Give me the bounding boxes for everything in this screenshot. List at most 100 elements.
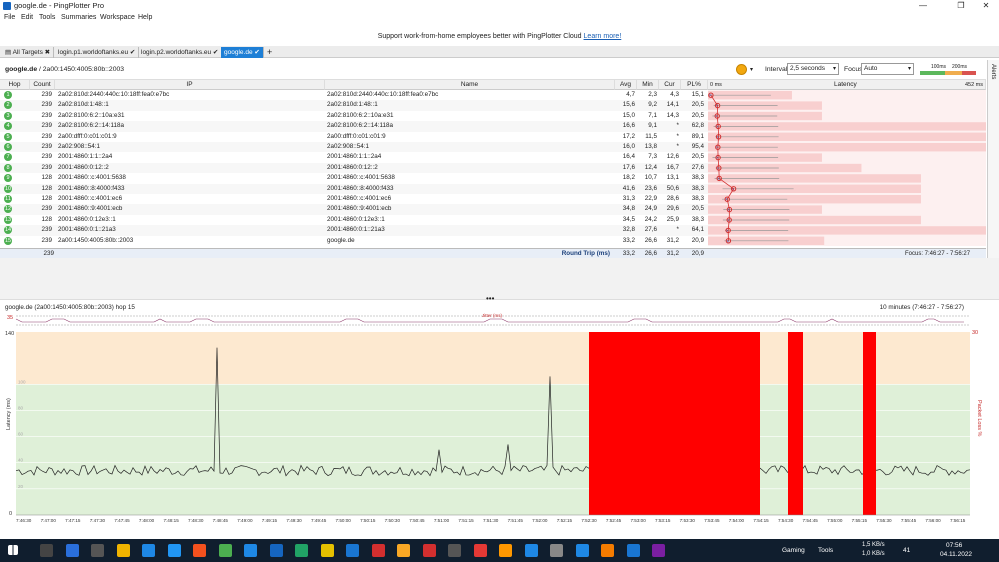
taskbar-app-icon[interactable] [397,544,410,557]
taskbar-app-icon[interactable] [626,544,640,557]
tab-google-de[interactable]: google.de ✔ [221,47,264,58]
x-tick-label: 7:54:45 [803,518,819,523]
taskbar-app-icon[interactable] [448,544,461,557]
menu-edit[interactable]: Edit [21,14,33,21]
col-hop[interactable]: Hop [0,80,30,90]
hop-row[interactable]: 5 239 2a00:dfff:0:c01:c01:9 2a00:dfff:0:c01… [0,131,708,142]
close-icon[interactable]: ✕ [975,0,997,12]
hop-row[interactable]: 11 128 2001:4860::c:4001:ec6 2001:4860::c:4… [0,194,708,205]
hop-min: 7,1 [648,111,657,119]
gaming-label[interactable]: Gaming [782,547,805,554]
x-tick-label: 7:52:30 [581,518,597,523]
hop-pl: 62,8 [691,122,704,130]
tab-login-p2[interactable]: login.p2.worldoftanks.eu ✔ [138,47,223,58]
y-min-label: 0 [9,511,12,517]
col-count[interactable]: Count [30,80,55,90]
pane-splitter[interactable]: ••• [0,258,999,303]
hop-row[interactable]: 6 239 2a02:908::54:1 2a02:908::54:1 16,0 13,8… [0,142,708,153]
hop-row[interactable]: 15 239 2a00:1450:4005:80b::2003 google.de 33… [0,235,708,246]
hop-avg: 16,0 [622,143,635,150]
hop-ip: 2001:4860::c:4001:5638 [58,174,126,182]
taskbar-app-icon[interactable] [40,544,53,557]
taskbar-app-icon[interactable] [218,544,232,557]
taskbar-app-icon[interactable] [167,544,181,557]
hop-row[interactable]: 2 239 2a02:810d:1:48::1 2a02:810d:1:48::1 15… [0,100,708,111]
col-cur[interactable]: Cur [659,80,681,90]
net-up: 1,5 KB/s [862,542,885,548]
menu-help[interactable]: Help [138,14,152,21]
taskbar-app-icon[interactable] [193,544,206,557]
tab-all-targets[interactable]: ▤ All Targets ✖ [2,47,55,58]
col-ip[interactable]: IP [55,80,325,90]
x-tick-label: 7:48:00 [139,518,155,523]
hop-name: 2a02:810d:2440:440c:10:18ff:fea0:e7bc [327,91,439,98]
hop-count: 239 [41,143,52,150]
hop-name: google.de [327,236,355,244]
windows-start-icon[interactable] [8,545,18,555]
pause-button[interactable] [736,64,747,75]
hop-row[interactable]: 4 239 2a02:8100:6:2::14:118a 2a02:8100:6:2:… [0,121,708,132]
taskbar-app-icon[interactable] [244,544,257,557]
taskbar-app-icon[interactable] [550,544,563,557]
interval-select[interactable]: 2,5 seconds ▾ [787,63,839,75]
packet-loss-block [589,332,760,515]
focus-select[interactable]: Auto ▾ [861,63,914,75]
taskbar-app-icon[interactable] [422,544,436,557]
hop-number-badge: 15 [4,236,12,245]
dropdown-icon[interactable]: ▾ [750,66,753,73]
maximize-icon[interactable]: ❐ [950,0,972,12]
hop-avg: 32,8 [622,226,635,234]
hop-cur: * [676,122,679,130]
menu-file[interactable]: File [4,14,15,21]
hop-row[interactable]: 9 128 2001:4860::c:4001:5638 2001:4860::c:4… [0,173,708,184]
hop-row[interactable]: 1 239 2a02:810d:2440:440c:10:18ff:fea0:e7b… [0,90,708,101]
hop-pl: 20,5 [691,101,704,109]
taskbar-app-icon[interactable] [499,544,512,557]
taskbar-app-icon[interactable] [346,544,359,557]
taskbar-app-icon[interactable] [601,544,614,557]
taskbar-app-icon[interactable] [652,544,665,557]
taskbar-app-icon[interactable] [473,544,487,557]
taskbar-app-icon[interactable] [142,544,155,557]
tools-label[interactable]: Tools [818,547,833,554]
hop-name: 2001:4860:1:1::2a4 [327,153,382,161]
hop-row[interactable]: 14 239 2001:4860:0:1::21a3 2001:4860:0:1::2… [0,225,708,236]
hop-row[interactable]: 13 128 2001:4860:0:12e3::1 2001:4860:0:12e3… [0,214,708,226]
taskbar-app-icon[interactable] [269,544,283,557]
taskbar-app-icon[interactable] [320,544,334,557]
menu-workspace[interactable]: Workspace [100,14,135,21]
hop-row[interactable]: 12 239 2001:4860::9:4001:ecb 2001:4860::9:4… [0,204,708,215]
add-tab-button[interactable]: + [264,47,275,58]
taskbar-app-icon[interactable] [116,544,130,557]
hop-min: 11,5 [645,132,657,140]
col-pl[interactable]: PL% [681,80,708,90]
taskbar-app-icon[interactable] [371,544,385,557]
x-tick-label: 7:53:15 [655,518,671,523]
hop-row[interactable]: 3 239 2a02:8100:6:2::10a:e31 2a02:8100:6:2:… [0,110,708,122]
taskbar-app-icon[interactable] [295,544,308,557]
col-avg[interactable]: Avg [615,80,637,90]
y-tick-label: 40 [18,458,24,463]
hop-row[interactable]: 10 128 2001:4860::8:4000:f433 2001:4860::8:… [0,183,708,194]
col-name[interactable]: Name [325,80,615,90]
taskbar-app-icon[interactable] [524,544,538,557]
taskbar-app-icon[interactable] [91,544,104,557]
menu-summaries[interactable]: Summaries [61,14,96,21]
menu-tools[interactable]: Tools [39,14,55,21]
hop-cur: 4,3 [670,91,679,98]
col-min[interactable]: Min [637,80,659,90]
hop-row[interactable]: 7 239 2001:4860:1:1::2a4 2001:4860:1:1::2a4… [0,152,708,163]
col-latency[interactable]: 0 ms Latency 452 ms [708,80,986,90]
minimize-icon[interactable]: — [912,0,934,12]
close-tab-icon[interactable]: ✖ [45,49,50,56]
taskbar-app-icon[interactable] [575,544,589,557]
learn-more-link[interactable]: Learn more! [584,33,622,40]
tab-login-p1[interactable]: login.p1.worldoftanks.eu ✔ [55,47,140,58]
hop-pl: 38,3 [691,215,704,223]
hop-row[interactable]: 8 239 2001:4860:0:12::2 2001:4860:0:12::2 17… [0,162,708,174]
target-tabs: ▤ All Targets ✖ login.p1.worldoftanks.eu… [0,46,999,58]
hop-ip: 2a02:8100:6:2::14:118a [58,122,125,130]
interval-label: Interval [765,66,788,73]
chevron-down-icon: ▾ [907,66,911,72]
taskbar-app-icon[interactable] [65,544,79,557]
